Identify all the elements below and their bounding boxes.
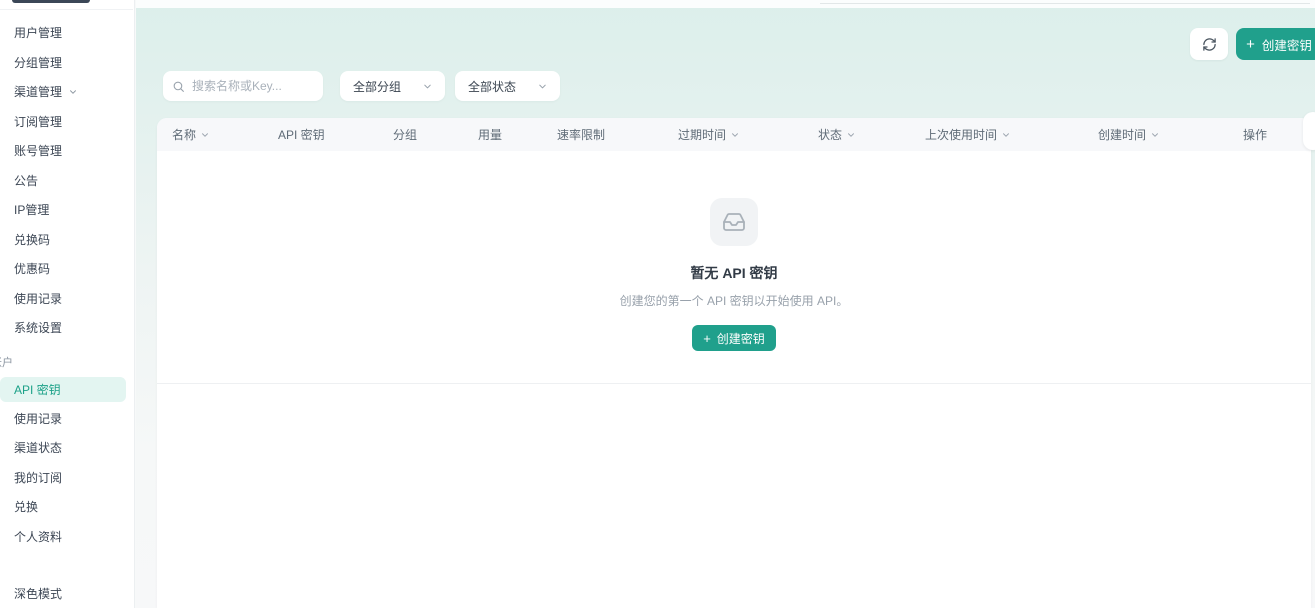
create-key-button[interactable]: + 创建密钥: [1236, 28, 1315, 60]
sidebar-item-label: 兑换: [14, 498, 38, 515]
search-box: [163, 71, 323, 101]
create-key-label: 创建密钥: [717, 330, 765, 347]
sidebar-item[interactable]: 渠道管理: [0, 77, 135, 107]
sidebar-item[interactable]: 渠道状态: [0, 433, 135, 463]
create-key-button-empty-state[interactable]: + 创建密钥: [692, 325, 776, 351]
empty-state-subtitle: 创建您的第一个 API 密钥以开始使用 API。: [157, 292, 1311, 309]
search-input[interactable]: [192, 79, 315, 93]
sidebar-item[interactable]: 账号管理: [0, 136, 135, 166]
sidebar: 用户管理分组管理渠道管理订阅管理账号管理公告IP管理兑换码优惠码使用记录系统设置…: [0, 0, 135, 608]
sidebar-item-label: 系统设置: [14, 319, 62, 336]
sidebar-item[interactable]: 系统设置: [0, 313, 135, 343]
dark-mode-label: 深色模式: [14, 585, 62, 602]
refresh-icon: [1202, 37, 1217, 52]
sidebar-divider: [0, 9, 133, 10]
sidebar-item-label: 我的订阅: [14, 469, 62, 486]
sidebar-item-label: 渠道管理: [14, 83, 62, 100]
sidebar-cut-item: [12, 0, 90, 3]
inbox-icon: [710, 198, 758, 246]
sidebar-item[interactable]: 公告: [0, 166, 135, 196]
sidebar-nav: 用户管理分组管理渠道管理订阅管理账号管理公告IP管理兑换码优惠码使用记录系统设置…: [0, 18, 135, 551]
group-filter-value: 全部分组: [353, 78, 401, 95]
empty-state: 暂无 API 密钥 创建您的第一个 API 密钥以开始使用 API。 + 创建密…: [157, 118, 1311, 351]
chevron-down-icon: [68, 87, 78, 97]
sidebar-item-label: 订阅管理: [14, 113, 62, 130]
sidebar-item[interactable]: 兑换: [0, 492, 135, 522]
chevron-down-icon: [537, 81, 548, 92]
plus-icon: +: [1246, 37, 1255, 52]
sidebar-item[interactable]: 个人资料: [0, 522, 135, 552]
create-key-label: 创建密钥: [1262, 35, 1312, 54]
status-filter-select[interactable]: 全部状态: [455, 71, 560, 101]
top-strip-line: [820, 3, 1310, 4]
table-section-divider: [157, 383, 1311, 384]
plus-icon: +: [703, 332, 711, 345]
sidebar-item-label: 使用记录: [14, 410, 62, 427]
sidebar-item-label: 账号管理: [14, 142, 62, 159]
sidebar-item-active[interactable]: API 密钥: [0, 377, 126, 402]
status-filter-value: 全部状态: [468, 78, 516, 95]
api-keys-table-card: 名称API 密钥分组用量速率限制过期时间状态上次使用时间创建时间操作 暂无 AP…: [157, 118, 1311, 608]
sidebar-item[interactable]: 我的订阅: [0, 463, 135, 493]
top-strip: [136, 0, 1315, 8]
chevron-down-icon: [422, 81, 433, 92]
group-filter-select[interactable]: 全部分组: [340, 71, 445, 101]
sidebar-item-label: 个人资料: [14, 528, 62, 545]
refresh-button[interactable]: [1190, 28, 1228, 60]
sidebar-item[interactable]: 使用记录: [0, 404, 135, 434]
sidebar-item-label: API 密钥: [14, 381, 61, 398]
sidebar-item[interactable]: 用户管理: [0, 18, 135, 48]
sidebar-item-dark-mode[interactable]: 深色模式: [0, 578, 135, 608]
main-content: + 创建密钥 全部分组 全部状态 名称API 密钥分组用量速率限制过期时间状态上…: [136, 0, 1315, 608]
sidebar-item-label: 公告: [14, 172, 38, 189]
empty-state-title: 暂无 API 密钥: [157, 263, 1311, 283]
sidebar-item-label: 渠道状态: [14, 439, 62, 456]
sidebar-item[interactable]: IP管理: [0, 195, 135, 225]
sidebar-item-label: 兑换码: [14, 231, 50, 248]
sidebar-item[interactable]: 订阅管理: [0, 107, 135, 137]
sidebar-item-label: 分组管理: [14, 54, 62, 71]
sidebar-section-label: 账户: [0, 349, 126, 375]
sidebar-item-label: 优惠码: [14, 260, 50, 277]
sidebar-item[interactable]: 兑换码: [0, 225, 135, 255]
sidebar-item[interactable]: 优惠码: [0, 254, 135, 284]
scroll-indicator[interactable]: [1303, 112, 1315, 150]
sidebar-item-label: IP管理: [14, 201, 49, 218]
sidebar-item[interactable]: 使用记录: [0, 284, 135, 314]
sidebar-item[interactable]: 分组管理: [0, 48, 135, 78]
sidebar-item-label: 使用记录: [14, 290, 62, 307]
sidebar-item-label: 用户管理: [14, 24, 62, 41]
search-icon: [172, 80, 185, 93]
